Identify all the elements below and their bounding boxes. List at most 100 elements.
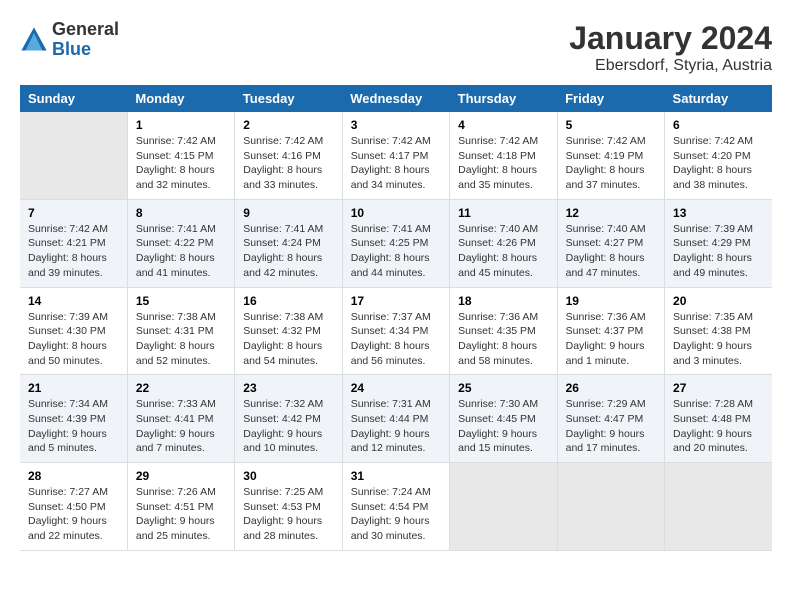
day-number: 26 bbox=[566, 381, 656, 395]
day-number: 31 bbox=[351, 469, 441, 483]
calendar-cell: 1 Sunrise: 7:42 AMSunset: 4:15 PMDaylight… bbox=[127, 112, 234, 199]
calendar-cell: 11 Sunrise: 7:40 AMSunset: 4:26 PMDayligh… bbox=[450, 199, 557, 287]
page-title: January 2024 bbox=[569, 20, 772, 57]
calendar-cell: 4 Sunrise: 7:42 AMSunset: 4:18 PMDaylight… bbox=[450, 112, 557, 199]
calendar-cell: 17Sunrise: 7:37 AMSunset: 4:34 PMDayligh… bbox=[342, 287, 449, 375]
calendar-cell: 18 Sunrise: 7:36 AMSunset: 4:35 PMDayligh… bbox=[450, 287, 557, 375]
calendar-cell: 22 Sunrise: 7:33 AMSunset: 4:41 PMDayligh… bbox=[127, 375, 234, 463]
day-number: 24 bbox=[351, 381, 441, 395]
calendar-cell: 31 Sunrise: 7:24 AMSunset: 4:54 PMDayligh… bbox=[342, 463, 449, 551]
calendar-cell: 2 Sunrise: 7:42 AMSunset: 4:16 PMDaylight… bbox=[235, 112, 342, 199]
day-info: Sunrise: 7:42 AMSunset: 4:20 PMDaylight:… bbox=[673, 134, 764, 193]
day-info: Sunrise: 7:42 AMSunset: 4:19 PMDaylight:… bbox=[566, 134, 656, 193]
day-number: 19 bbox=[566, 294, 656, 308]
calendar-cell: 20 Sunrise: 7:35 AMSunset: 4:38 PMDayligh… bbox=[665, 287, 772, 375]
day-number: 12 bbox=[566, 206, 656, 220]
day-info: Sunrise: 7:39 AMSunset: 4:30 PMDaylight:… bbox=[28, 310, 119, 369]
day-info: Sunrise: 7:36 AMSunset: 4:37 PMDaylight:… bbox=[566, 310, 656, 369]
day-number: 9 bbox=[243, 206, 333, 220]
calendar-cell: 28 Sunrise: 7:27 AMSunset: 4:50 PMDayligh… bbox=[20, 463, 127, 551]
day-info: Sunrise: 7:41 AMSunset: 4:22 PMDaylight:… bbox=[136, 222, 226, 281]
logo-blue: Blue bbox=[52, 40, 119, 60]
calendar-week-row: 21 Sunrise: 7:34 AMSunset: 4:39 PMDayligh… bbox=[20, 375, 772, 463]
calendar-cell: 3Sunrise: 7:42 AMSunset: 4:17 PMDaylight… bbox=[342, 112, 449, 199]
day-info: Sunrise: 7:41 AMSunset: 4:25 PMDaylight:… bbox=[351, 222, 441, 281]
day-number: 21 bbox=[28, 381, 119, 395]
calendar-cell: 27 Sunrise: 7:28 AMSunset: 4:48 PMDayligh… bbox=[665, 375, 772, 463]
logo-icon bbox=[20, 26, 48, 54]
calendar-cell: 7Sunrise: 7:42 AMSunset: 4:21 PMDaylight… bbox=[20, 199, 127, 287]
day-number: 28 bbox=[28, 469, 119, 483]
logo-text: General Blue bbox=[52, 20, 119, 60]
page-subtitle: Ebersdorf, Styria, Austria bbox=[569, 57, 772, 75]
day-number: 23 bbox=[243, 381, 333, 395]
day-number: 16 bbox=[243, 294, 333, 308]
day-info: Sunrise: 7:37 AMSunset: 4:34 PMDaylight:… bbox=[351, 310, 441, 369]
calendar-week-row: 28 Sunrise: 7:27 AMSunset: 4:50 PMDayligh… bbox=[20, 463, 772, 551]
calendar-cell: 10 Sunrise: 7:41 AMSunset: 4:25 PMDayligh… bbox=[342, 199, 449, 287]
calendar-cell: 21 Sunrise: 7:34 AMSunset: 4:39 PMDayligh… bbox=[20, 375, 127, 463]
day-info: Sunrise: 7:38 AMSunset: 4:31 PMDaylight:… bbox=[136, 310, 226, 369]
day-number: 14 bbox=[28, 294, 119, 308]
calendar-cell: 25Sunrise: 7:30 AMSunset: 4:45 PMDayligh… bbox=[450, 375, 557, 463]
day-info: Sunrise: 7:42 AMSunset: 4:15 PMDaylight:… bbox=[136, 134, 226, 193]
day-number: 20 bbox=[673, 294, 764, 308]
day-number: 15 bbox=[136, 294, 226, 308]
day-info: Sunrise: 7:42 AMSunset: 4:16 PMDaylight:… bbox=[243, 134, 333, 193]
calendar-cell bbox=[450, 463, 557, 551]
day-info: Sunrise: 7:26 AMSunset: 4:51 PMDaylight:… bbox=[136, 485, 226, 544]
day-number: 27 bbox=[673, 381, 764, 395]
day-info: Sunrise: 7:36 AMSunset: 4:35 PMDaylight:… bbox=[458, 310, 548, 369]
day-info: Sunrise: 7:32 AMSunset: 4:42 PMDaylight:… bbox=[243, 397, 333, 456]
day-info: Sunrise: 7:31 AMSunset: 4:44 PMDaylight:… bbox=[351, 397, 441, 456]
calendar-cell: 6 Sunrise: 7:42 AMSunset: 4:20 PMDaylight… bbox=[665, 112, 772, 199]
weekday-header: Friday bbox=[557, 85, 664, 112]
day-info: Sunrise: 7:41 AMSunset: 4:24 PMDaylight:… bbox=[243, 222, 333, 281]
calendar-cell: 5 Sunrise: 7:42 AMSunset: 4:19 PMDaylight… bbox=[557, 112, 664, 199]
calendar-cell bbox=[665, 463, 772, 551]
day-number: 22 bbox=[136, 381, 226, 395]
calendar-cell: 15 Sunrise: 7:38 AMSunset: 4:31 PMDayligh… bbox=[127, 287, 234, 375]
calendar-cell: 29Sunrise: 7:26 AMSunset: 4:51 PMDayligh… bbox=[127, 463, 234, 551]
day-number: 4 bbox=[458, 118, 548, 132]
calendar-cell bbox=[557, 463, 664, 551]
day-number: 30 bbox=[243, 469, 333, 483]
day-info: Sunrise: 7:42 AMSunset: 4:18 PMDaylight:… bbox=[458, 134, 548, 193]
day-info: Sunrise: 7:40 AMSunset: 4:27 PMDaylight:… bbox=[566, 222, 656, 281]
day-number: 13 bbox=[673, 206, 764, 220]
day-info: Sunrise: 7:38 AMSunset: 4:32 PMDaylight:… bbox=[243, 310, 333, 369]
day-number: 1 bbox=[136, 118, 226, 132]
header: General Blue January 2024 Ebersdorf, Sty… bbox=[20, 20, 772, 75]
weekday-header: Tuesday bbox=[235, 85, 342, 112]
title-area: January 2024 Ebersdorf, Styria, Austria bbox=[569, 20, 772, 75]
day-info: Sunrise: 7:42 AMSunset: 4:21 PMDaylight:… bbox=[28, 222, 119, 281]
calendar-cell: 8Sunrise: 7:41 AMSunset: 4:22 PMDaylight… bbox=[127, 199, 234, 287]
logo: General Blue bbox=[20, 20, 119, 60]
day-info: Sunrise: 7:29 AMSunset: 4:47 PMDaylight:… bbox=[566, 397, 656, 456]
day-info: Sunrise: 7:27 AMSunset: 4:50 PMDaylight:… bbox=[28, 485, 119, 544]
day-number: 11 bbox=[458, 206, 548, 220]
day-number: 2 bbox=[243, 118, 333, 132]
day-number: 5 bbox=[566, 118, 656, 132]
day-number: 10 bbox=[351, 206, 441, 220]
day-info: Sunrise: 7:30 AMSunset: 4:45 PMDaylight:… bbox=[458, 397, 548, 456]
calendar-week-row: 14 Sunrise: 7:39 AMSunset: 4:30 PMDayligh… bbox=[20, 287, 772, 375]
calendar-cell: 24 Sunrise: 7:31 AMSunset: 4:44 PMDayligh… bbox=[342, 375, 449, 463]
day-info: Sunrise: 7:40 AMSunset: 4:26 PMDaylight:… bbox=[458, 222, 548, 281]
day-info: Sunrise: 7:33 AMSunset: 4:41 PMDaylight:… bbox=[136, 397, 226, 456]
calendar-cell: 23 Sunrise: 7:32 AMSunset: 4:42 PMDayligh… bbox=[235, 375, 342, 463]
day-info: Sunrise: 7:24 AMSunset: 4:54 PMDaylight:… bbox=[351, 485, 441, 544]
calendar-cell: 16 Sunrise: 7:38 AMSunset: 4:32 PMDayligh… bbox=[235, 287, 342, 375]
weekday-header: Sunday bbox=[20, 85, 127, 112]
day-info: Sunrise: 7:35 AMSunset: 4:38 PMDaylight:… bbox=[673, 310, 764, 369]
calendar-cell: 14 Sunrise: 7:39 AMSunset: 4:30 PMDayligh… bbox=[20, 287, 127, 375]
calendar-cell: 26 Sunrise: 7:29 AMSunset: 4:47 PMDayligh… bbox=[557, 375, 664, 463]
day-info: Sunrise: 7:42 AMSunset: 4:17 PMDaylight:… bbox=[351, 134, 441, 193]
weekday-header: Thursday bbox=[450, 85, 557, 112]
day-number: 18 bbox=[458, 294, 548, 308]
calendar-cell: 12 Sunrise: 7:40 AMSunset: 4:27 PMDayligh… bbox=[557, 199, 664, 287]
day-info: Sunrise: 7:28 AMSunset: 4:48 PMDaylight:… bbox=[673, 397, 764, 456]
day-number: 6 bbox=[673, 118, 764, 132]
day-info: Sunrise: 7:34 AMSunset: 4:39 PMDaylight:… bbox=[28, 397, 119, 456]
calendar-cell: 30Sunrise: 7:25 AMSunset: 4:53 PMDayligh… bbox=[235, 463, 342, 551]
